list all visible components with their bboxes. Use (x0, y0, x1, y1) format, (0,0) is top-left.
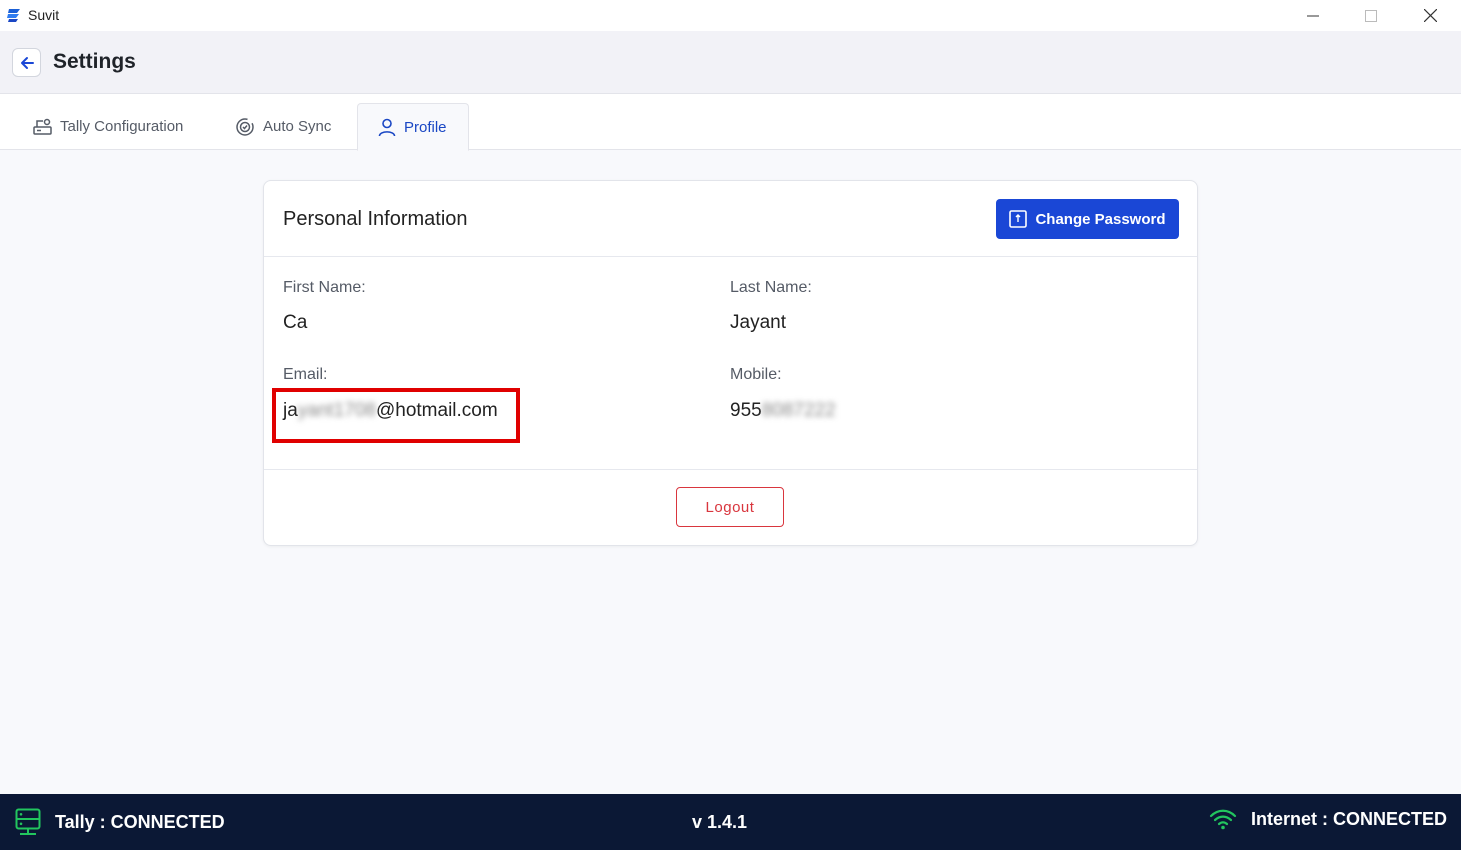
mobile-prefix: 955 (730, 400, 762, 421)
arrow-left-icon (20, 56, 34, 69)
personal-information-card: Personal Information Change Password Fir… (263, 180, 1198, 546)
tab-label: Tally Configuration (60, 118, 184, 135)
tally-status-text: Tally : CONNECTED (55, 811, 225, 832)
tab-tally-configuration[interactable]: Tally Configuration (33, 103, 183, 150)
window-titlebar: Suvit (0, 0, 1461, 31)
user-icon (378, 118, 396, 136)
settings-tabs: Tally Configuration Auto Sync Profile (0, 94, 1461, 151)
close-button[interactable] (1401, 0, 1459, 31)
card-divider (264, 469, 1197, 470)
logout-button[interactable]: Logout (676, 487, 784, 527)
email-label: Email: (283, 366, 328, 383)
settings-header: Settings (0, 31, 1461, 94)
card-header: Personal Information Change Password (264, 181, 1197, 257)
mobile-hidden: 8087222 (761, 400, 836, 421)
mobile-label: Mobile: (730, 366, 782, 383)
tally-status: Tally : CONNECTED (15, 808, 225, 836)
wifi-icon (1209, 809, 1237, 830)
status-bar: Tally : CONNECTED v 1.4.1 Internet : CON… (0, 794, 1461, 850)
tab-profile[interactable]: Profile (357, 103, 469, 151)
page-title: Settings (53, 50, 136, 73)
minimize-button[interactable] (1284, 0, 1342, 31)
email-highlight-box (272, 388, 520, 443)
minimize-icon (1307, 15, 1319, 16)
internet-status: Internet : CONNECTED (1209, 808, 1447, 830)
tab-label: Profile (404, 118, 447, 136)
close-icon (1423, 9, 1437, 22)
first-name-label: First Name: (283, 279, 366, 296)
password-icon (1009, 210, 1028, 228)
tally-config-icon (33, 118, 52, 135)
internet-status-text: Internet : CONNECTED (1250, 808, 1447, 829)
server-icon (15, 808, 41, 835)
mobile-value: 9558087222 (730, 400, 836, 422)
tab-label: Auto Sync (263, 118, 332, 135)
tab-auto-sync[interactable]: Auto Sync (235, 103, 331, 150)
sync-icon (236, 117, 254, 136)
window-title: Suvit (28, 7, 60, 23)
card-title: Personal Information (283, 208, 468, 230)
last-name-value: Jayant (730, 312, 786, 333)
change-password-button[interactable]: Change Password (996, 199, 1179, 239)
maximize-icon (1365, 9, 1377, 22)
first-name-value: Ca (283, 312, 308, 333)
maximize-button[interactable] (1342, 0, 1400, 31)
suvit-logo-icon (7, 9, 20, 22)
back-button[interactable] (12, 48, 41, 77)
app-version: v 1.4.1 (692, 812, 748, 832)
last-name-label: Last Name: (730, 279, 812, 296)
change-password-label: Change Password (1035, 210, 1166, 228)
